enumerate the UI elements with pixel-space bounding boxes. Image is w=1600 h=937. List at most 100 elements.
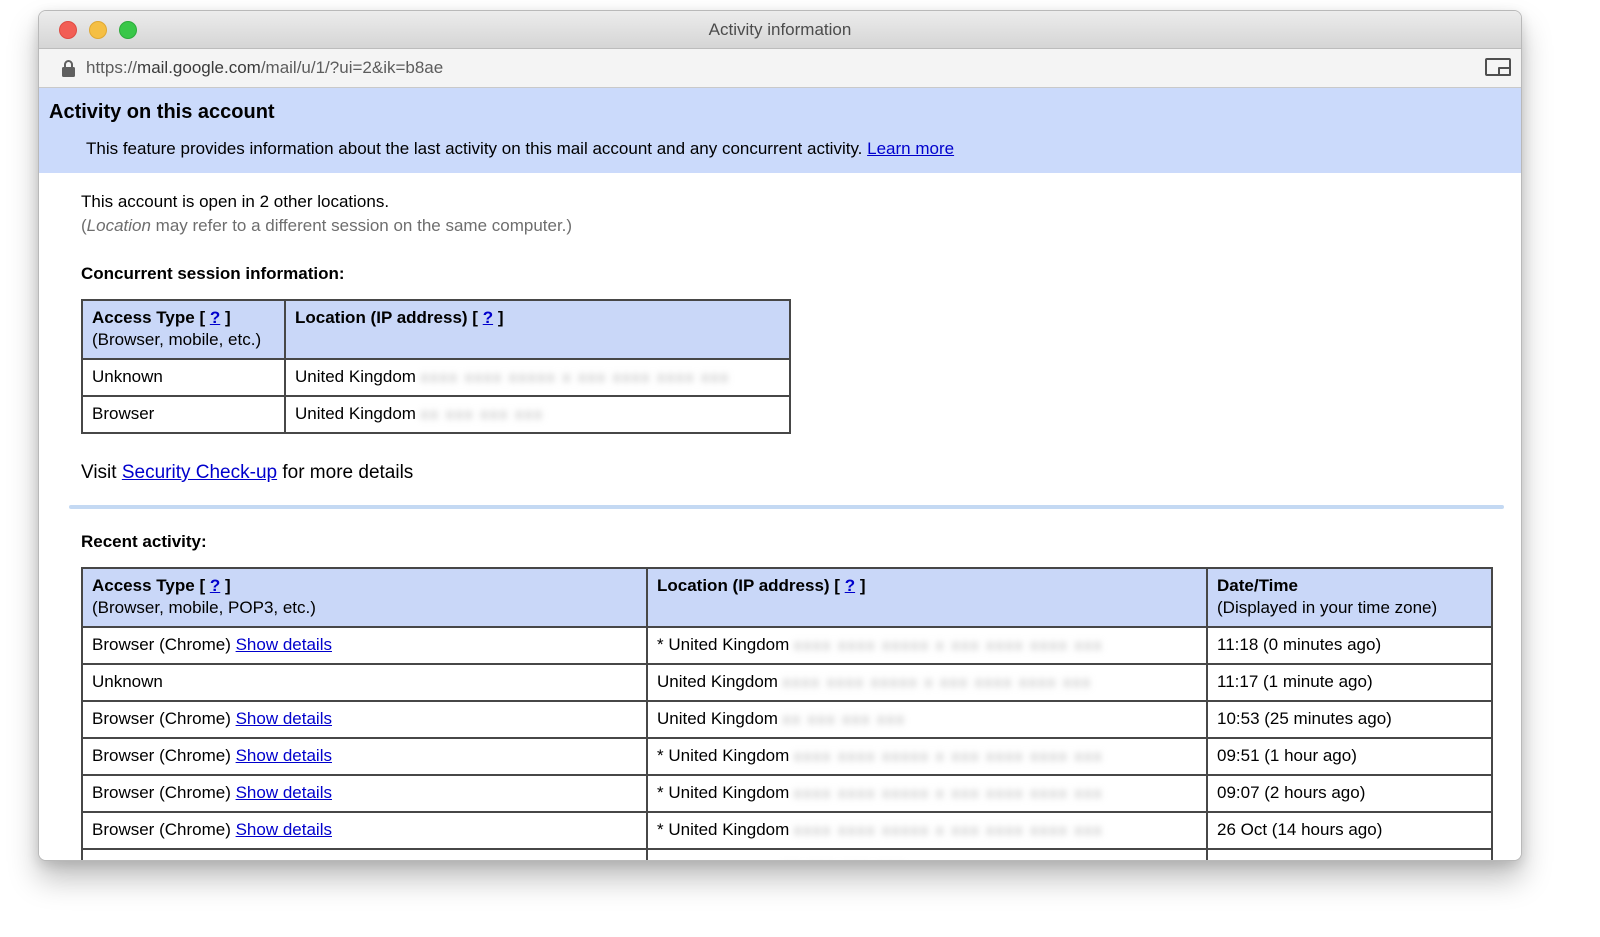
- table-row: Browser (Chrome) Show details * United K…: [82, 775, 1492, 812]
- lock-icon: [61, 59, 76, 78]
- show-details-link[interactable]: Show details: [236, 857, 332, 861]
- datetime-cell: 10:53 (25 minutes ago): [1207, 701, 1492, 738]
- redacted-ip: xx xxx xxx xxx: [421, 406, 544, 423]
- security-checkup-link[interactable]: Security Check-up: [122, 462, 277, 483]
- datetime-cell: 09:51 (1 hour ago): [1207, 738, 1492, 775]
- security-line-suffix: for more details: [282, 462, 413, 483]
- location-help-link[interactable]: ?: [845, 576, 855, 595]
- bracket-open: [: [472, 308, 478, 327]
- table-row: Browser United Kingdom xx xxx xxx xxx: [82, 396, 790, 433]
- bracket-close: ]: [498, 308, 504, 327]
- redacted-ip: xxxx xxxx xxxxx x xxx xxxx xxxx xxx: [794, 822, 1103, 839]
- datetime-cell: 26 Oct (14 hours ago): [1207, 849, 1492, 861]
- show-details-link[interactable]: Show details: [236, 746, 332, 765]
- concurrent-session-table: Access Type [ ? ] (Browser, mobile, etc.…: [81, 299, 791, 434]
- show-details-link[interactable]: Show details: [236, 709, 332, 728]
- minimize-button[interactable]: [89, 21, 107, 39]
- redacted-ip: xxxx xxxx xxxxx x xxx xxxx xxxx xxx: [794, 748, 1103, 765]
- url-path: /mail/u/1/?ui=2&ik=b8ae: [261, 58, 443, 77]
- access-type-cell: Browser (Chrome) Show details: [82, 849, 647, 861]
- bracket-close: ]: [225, 308, 231, 327]
- access-type-cell: Unknown: [82, 664, 647, 701]
- location-note-italic: Location: [87, 216, 151, 235]
- redacted-ip: xxxx xxxx xxxxx x xxx xxxx xxxx xxx: [794, 637, 1103, 654]
- table-row: Unknown United Kingdom xxxx xxxx xxxxx x…: [82, 664, 1492, 701]
- bracket-open: [: [199, 308, 205, 327]
- location-cell: * United Kingdom xxxx xxxx xxxxx x xxx x…: [647, 775, 1207, 812]
- redacted-ip: xx xxx xxx xxx: [783, 859, 906, 861]
- table-header-row: Access Type [ ? ] (Browser, mobile, POP3…: [82, 568, 1492, 627]
- table-row: Browser (Chrome) Show details United Kin…: [82, 701, 1492, 738]
- bracket-open: [: [834, 576, 840, 595]
- datetime-cell: 11:18 (0 minutes ago): [1207, 627, 1492, 664]
- access-type-help-link[interactable]: ?: [210, 308, 220, 327]
- access-type-cell: Browser (Chrome) Show details: [82, 738, 647, 775]
- access-type-header-subtitle: (Browser, mobile, POP3, etc.): [92, 598, 316, 617]
- section-divider: [69, 505, 1504, 509]
- title-bar: Activity information: [39, 11, 1521, 49]
- access-type-cell: Browser: [82, 396, 285, 433]
- datetime-cell: 11:17 (1 minute ago): [1207, 664, 1492, 701]
- location-cell: United Kingdom xx xxx xxx xxx: [647, 849, 1207, 861]
- location-text: * United Kingdom: [657, 820, 789, 839]
- redacted-ip: xx xxx xxx xxx: [783, 711, 906, 728]
- main-content: This account is open in 2 other location…: [39, 173, 1521, 861]
- location-cell: United Kingdom xxxx xxxx xxxxx x xxx xxx…: [285, 359, 790, 396]
- show-details-link[interactable]: Show details: [236, 783, 332, 802]
- location-text: * United Kingdom: [657, 635, 789, 654]
- table-row: Browser (Chrome) Show details * United K…: [82, 738, 1492, 775]
- access-type-cell: Browser (Chrome) Show details: [82, 775, 647, 812]
- recent-activity-heading: Recent activity:: [81, 532, 1521, 552]
- learn-more-link[interactable]: Learn more: [867, 139, 954, 158]
- security-line-prefix: Visit: [81, 462, 117, 483]
- recent-activity-table: Access Type [ ? ] (Browser, mobile, POP3…: [81, 567, 1493, 861]
- access-type-header-title: Access Type: [92, 576, 195, 595]
- location-note: (Location may refer to a different sessi…: [81, 216, 1521, 236]
- location-text: United Kingdom: [295, 404, 416, 423]
- picture-in-picture-icon[interactable]: [1485, 58, 1511, 76]
- banner-description-text: This feature provides information about …: [86, 139, 862, 158]
- url-scheme: https://: [86, 58, 137, 77]
- access-type-help-link[interactable]: ?: [210, 576, 220, 595]
- location-text: United Kingdom: [657, 857, 778, 861]
- show-details-link[interactable]: Show details: [236, 820, 332, 839]
- access-type-cell: Browser (Chrome) Show details: [82, 627, 647, 664]
- window-title: Activity information: [39, 11, 1521, 48]
- location-cell: * United Kingdom xxxx xxxx xxxxx x xxx x…: [647, 812, 1207, 849]
- access-type-text: Browser (Chrome): [92, 857, 231, 861]
- close-button[interactable]: [59, 21, 77, 39]
- location-header-title: Location (IP address): [295, 308, 468, 327]
- datetime-header-subtitle: (Displayed in your time zone): [1217, 598, 1437, 617]
- access-type-text: Browser (Chrome): [92, 635, 231, 654]
- location-header: Location (IP address) [ ? ]: [647, 568, 1207, 627]
- table-row: Browser (Chrome) Show details United Kin…: [82, 849, 1492, 861]
- location-header-title: Location (IP address): [657, 576, 830, 595]
- access-type-header-subtitle: (Browser, mobile, etc.): [92, 330, 261, 349]
- access-type-cell: Unknown: [82, 359, 285, 396]
- location-cell: United Kingdom xxxx xxxx xxxxx x xxx xxx…: [647, 664, 1207, 701]
- url-domain: mail.google.com: [137, 58, 261, 77]
- access-type-text: Browser (Chrome): [92, 709, 231, 728]
- table-row: Unknown United Kingdom xxxx xxxx xxxxx x…: [82, 359, 790, 396]
- location-cell: * United Kingdom xxxx xxxx xxxxx x xxx x…: [647, 627, 1207, 664]
- banner-description: This feature provides information about …: [86, 139, 1501, 159]
- location-header: Location (IP address) [ ? ]: [285, 300, 790, 359]
- table-header-row: Access Type [ ? ] (Browser, mobile, etc.…: [82, 300, 790, 359]
- access-type-text: Browser (Chrome): [92, 783, 231, 802]
- redacted-ip: xxxx xxxx xxxxx x xxx xxxx xxxx xxx: [421, 369, 730, 386]
- redacted-ip: xxxx xxxx xxxxx x xxx xxxx xxxx xxx: [783, 674, 1092, 691]
- zoom-button[interactable]: [119, 21, 137, 39]
- access-type-text: Unknown: [92, 672, 163, 691]
- access-type-header: Access Type [ ? ] (Browser, mobile, POP3…: [82, 568, 647, 627]
- location-cell: United Kingdom xx xxx xxx xxx: [647, 701, 1207, 738]
- traffic-lights: [59, 21, 137, 39]
- bracket-close: ]: [860, 576, 866, 595]
- show-details-link[interactable]: Show details: [236, 635, 332, 654]
- location-note-rest: may refer to a different session on the …: [151, 216, 572, 235]
- open-locations-text: This account is open in 2 other location…: [81, 192, 1521, 212]
- access-type-header: Access Type [ ? ] (Browser, mobile, etc.…: [82, 300, 285, 359]
- location-text: United Kingdom: [657, 709, 778, 728]
- location-help-link[interactable]: ?: [483, 308, 493, 327]
- address-bar[interactable]: https://mail.google.com/mail/u/1/?ui=2&i…: [39, 49, 1521, 88]
- activity-banner: Activity on this account This feature pr…: [39, 88, 1521, 173]
